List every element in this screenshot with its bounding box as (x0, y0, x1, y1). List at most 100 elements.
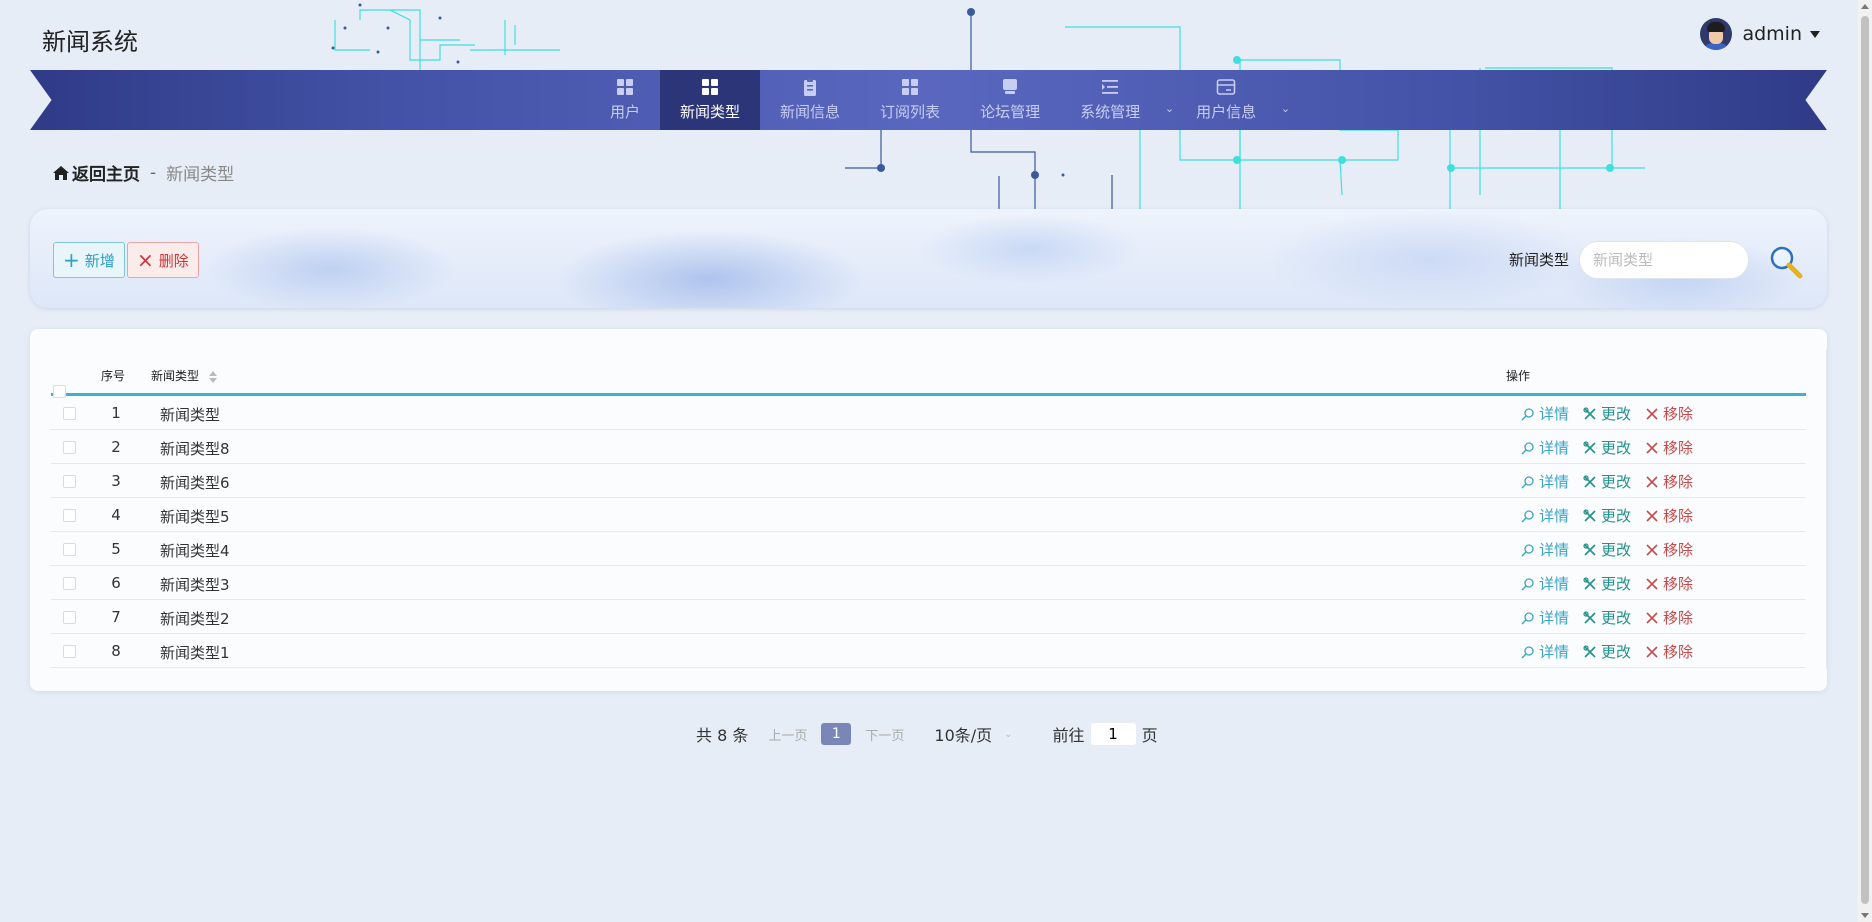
remove-label: 移除 (1663, 541, 1694, 559)
row-checkbox[interactable] (63, 441, 76, 454)
home-icon (53, 165, 69, 180)
close-icon (1646, 441, 1658, 454)
remove-button[interactable]: 移除 (1645, 471, 1693, 492)
row-checkbox[interactable] (63, 407, 76, 420)
row-index: 6 (111, 574, 121, 592)
add-button[interactable]: + 新增 (53, 242, 125, 278)
detail-button[interactable]: 详情 (1521, 641, 1569, 662)
row-index: 8 (111, 642, 121, 660)
page-number-current[interactable]: 1 (821, 723, 852, 745)
wrench-icon (1583, 610, 1596, 624)
column-header-type-label: 新闻类型 (151, 369, 200, 383)
row-checkbox[interactable] (63, 509, 76, 522)
close-icon (1646, 509, 1658, 522)
close-icon (1646, 475, 1658, 488)
edit-button[interactable]: 更改 (1583, 641, 1631, 662)
edit-label: 更改 (1601, 405, 1632, 423)
scroll-up-arrow[interactable] (1861, 4, 1869, 9)
detail-button[interactable]: 详情 (1521, 437, 1569, 458)
remove-button[interactable]: 移除 (1645, 403, 1693, 424)
delete-button-label: 删除 (158, 251, 189, 270)
nav-item-user-info[interactable]: 用户信息 ⌄ (1176, 70, 1292, 130)
detail-label: 详情 (1539, 405, 1570, 423)
table-row: 3 新闻类型6 详情 更改 移除 (51, 464, 1806, 498)
detail-button[interactable]: 详情 (1521, 505, 1569, 526)
edit-button[interactable]: 更改 (1583, 607, 1631, 628)
nav-item-label: 论坛管理 (980, 103, 1041, 121)
detail-button[interactable]: 详情 (1521, 539, 1569, 560)
detail-button[interactable]: 详情 (1521, 573, 1569, 594)
edit-label: 更改 (1601, 507, 1632, 525)
row-checkbox[interactable] (63, 475, 76, 488)
nav-item-news-type[interactable]: 新闻类型 (660, 70, 761, 130)
scrollbar-thumb[interactable] (1861, 16, 1869, 904)
close-icon (1646, 577, 1658, 590)
edit-button[interactable]: 更改 (1583, 403, 1631, 424)
row-actions: 详情 更改 移除 (1521, 573, 1707, 594)
wrench-icon (1583, 542, 1596, 556)
breadcrumb-home[interactable]: 返回主页 (52, 160, 140, 185)
row-checkbox[interactable] (63, 645, 76, 658)
detail-button[interactable]: 详情 (1521, 471, 1569, 492)
nav-item-label: 用户 (610, 103, 641, 121)
remove-button[interactable]: 移除 (1645, 641, 1693, 662)
user-menu[interactable]: admin (1700, 18, 1820, 50)
row-checkbox[interactable] (63, 577, 76, 590)
row-checkbox[interactable] (63, 543, 76, 556)
table-row: 6 新闻类型3 详情 更改 移除 (51, 566, 1806, 600)
page-size-select[interactable]: 10条/页 ⌄ (934, 722, 1012, 746)
search-input[interactable] (1579, 241, 1749, 279)
card-icon (1216, 79, 1236, 95)
box-icon (1003, 79, 1018, 94)
edit-button[interactable]: 更改 (1583, 505, 1631, 526)
row-news-type: 新闻类型8 (160, 440, 230, 458)
scroll-down-arrow[interactable] (1861, 913, 1869, 918)
page: 新闻系统 admin 用户 新闻类型 新闻信息 订阅列表 论坛管理 系统管理 ⌄… (0, 0, 1872, 922)
remove-button[interactable]: 移除 (1645, 573, 1693, 594)
edit-button[interactable]: 更改 (1583, 437, 1631, 458)
edit-button[interactable]: 更改 (1583, 471, 1631, 492)
remove-button[interactable]: 移除 (1645, 607, 1693, 628)
edit-button[interactable]: 更改 (1583, 573, 1631, 594)
table-header: 序号 新闻类型 操作 (51, 349, 1806, 398)
remove-button[interactable]: 移除 (1645, 437, 1693, 458)
remove-button[interactable]: 移除 (1645, 539, 1693, 560)
prev-page-button[interactable]: 上一页 (768, 725, 807, 744)
column-header-ops: 操作 (1506, 369, 1531, 383)
nav-item-label: 新闻信息 (780, 103, 841, 121)
row-news-type: 新闻类型 (160, 406, 221, 424)
column-header-type[interactable]: 新闻类型 (151, 367, 217, 384)
delete-button[interactable]: × 删除 (127, 242, 199, 278)
goto-page-input[interactable] (1090, 723, 1136, 745)
detail-label: 详情 (1539, 473, 1570, 491)
column-header-index: 序号 (101, 369, 126, 383)
search-detail-icon (1521, 543, 1534, 557)
edit-label: 更改 (1601, 541, 1632, 559)
close-icon: × (137, 248, 154, 272)
row-news-type: 新闻类型2 (160, 610, 230, 628)
remove-label: 移除 (1663, 575, 1694, 593)
page-jumper: 前往 页 (1053, 722, 1158, 746)
detail-button[interactable]: 详情 (1521, 607, 1569, 628)
close-icon (1646, 407, 1658, 420)
remove-button[interactable]: 移除 (1645, 505, 1693, 526)
top-nav: 用户 新闻类型 新闻信息 订阅列表 论坛管理 系统管理 ⌄ 用户信息 ⌄ (30, 70, 1827, 130)
scrollbar[interactable] (1858, 0, 1872, 922)
wrench-icon (1583, 576, 1596, 590)
sort-icon[interactable] (208, 370, 217, 383)
nav-item-subscriptions[interactable]: 订阅列表 (860, 70, 960, 130)
nav-item-news-info[interactable]: 新闻信息 (760, 70, 860, 130)
row-checkbox[interactable] (63, 611, 76, 624)
breadcrumb: 返回主页 - 新闻类型 (52, 160, 234, 185)
next-page-button[interactable]: 下一页 (865, 725, 904, 744)
nav-item-users[interactable]: 用户 (590, 70, 660, 130)
user-name: admin (1742, 23, 1802, 45)
detail-button[interactable]: 详情 (1521, 403, 1569, 424)
edit-button[interactable]: 更改 (1583, 539, 1631, 560)
remove-label: 移除 (1663, 473, 1694, 491)
nav-item-system[interactable]: 系统管理 ⌄ (1060, 70, 1176, 130)
nav-item-forum[interactable]: 论坛管理 (960, 70, 1060, 130)
search-icon[interactable] (1767, 243, 1805, 281)
edit-label: 更改 (1601, 473, 1632, 491)
row-actions: 详情 更改 移除 (1521, 539, 1707, 560)
